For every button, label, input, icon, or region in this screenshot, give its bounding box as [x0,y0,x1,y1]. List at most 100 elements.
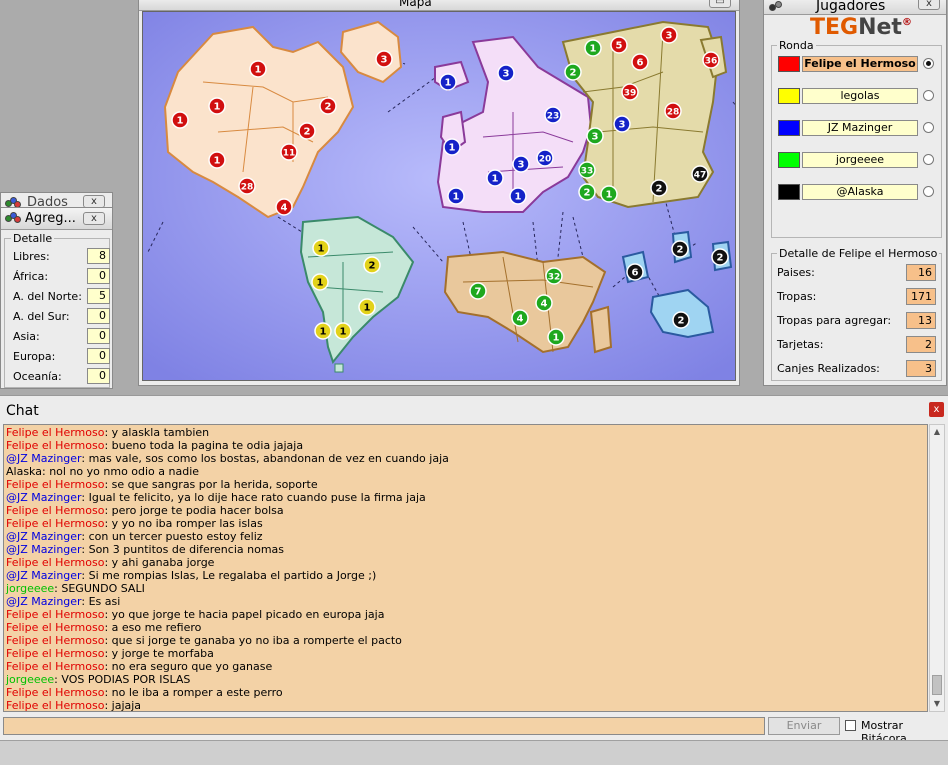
army-marker-red[interactable]: 36 [702,51,720,69]
chat-close-button[interactable]: x [929,402,944,417]
army-count: 1 [214,156,221,167]
army-marker-blue[interactable]: 3 [512,155,530,173]
chat-author: Felipe el Hermoso [6,621,105,634]
army-marker-blue[interactable]: 1 [447,187,465,205]
army-marker-yellow[interactable]: 1 [311,273,329,291]
world-map-svg[interactable]: 11122111284312111 1132313 2011 1323332 17324… [143,12,736,381]
army-count: 11 [283,149,296,159]
agregar-close-button[interactable]: x [83,212,105,225]
chat-text: nol no yo nmo odio a nadie [49,465,200,478]
army-marker-black[interactable]: 6 [626,263,644,281]
army-marker-red[interactable]: 11 [280,143,298,161]
army-marker-black[interactable]: 47 [691,165,709,183]
army-marker-green[interactable]: 4 [535,294,553,312]
show-log-checkbox[interactable] [845,720,856,731]
army-marker-blue[interactable]: 1 [486,169,504,187]
map-maximize-button[interactable]: ▭ [709,0,731,8]
army-marker-red[interactable]: 5 [610,36,628,54]
chat-input[interactable] [3,717,765,735]
player-row-legolas[interactable]: legolas [778,87,938,105]
army-marker-black[interactable]: 2 [671,240,689,258]
player-row-jz-mazinger[interactable]: JZ Mazinger [778,119,938,137]
players-window: Jugadores x TEGNet® Ronda Felipe el Herm… [763,0,947,386]
army-marker-red[interactable]: 3 [660,26,678,44]
player-color-swatch [778,152,800,168]
chat-separator: : [104,504,112,517]
player-radio[interactable] [923,90,934,101]
player-radio[interactable] [923,186,934,197]
army-marker-yellow[interactable]: 1 [358,298,376,316]
army-count: 23 [547,112,560,122]
player-detail-value: 2 [906,336,936,353]
army-marker-red[interactable]: 4 [275,198,293,216]
army-marker-red[interactable]: 28 [238,177,256,195]
logo-teg: TEG [810,15,859,40]
army-count: 1 [606,190,613,201]
player-radio[interactable] [923,154,934,165]
army-marker-red[interactable]: 28 [664,102,682,120]
army-marker-blue[interactable]: 20 [536,149,554,167]
army-marker-yellow[interactable]: 1 [314,322,332,340]
army-marker-red[interactable]: 3 [375,50,393,68]
army-marker-blue[interactable]: 1 [439,73,457,91]
world-map[interactable]: 1 1 1 2 2 11 1 28 4 3 1 2 1 1 1 1 1 3 23 1 3 20 1 1 1 3 2 3 33 2 1 7 32 4… [142,11,736,381]
army-marker-yellow[interactable]: 2 [363,256,381,274]
army-marker-green[interactable]: 2 [564,63,582,81]
player-radio[interactable] [923,58,934,69]
chat-message: Alaska: nol no yo nmo odio a nadie [6,465,925,478]
army-marker-black[interactable]: 2 [650,179,668,197]
army-marker-green[interactable]: 4 [511,309,529,327]
player-row-felipe[interactable]: Felipe el Hermoso [778,55,938,73]
army-marker-red[interactable]: 2 [298,122,316,140]
army-count: 47 [694,171,707,181]
army-marker-black[interactable]: 2 [672,311,690,329]
army-marker-blue[interactable]: 1 [443,138,461,156]
army-marker-black[interactable]: 2 [711,248,729,266]
army-marker-green[interactable]: 7 [469,282,487,300]
chat-message: Felipe el Hermoso: y jorge te morfaba [6,647,925,660]
army-marker-green[interactable]: 1 [584,39,602,57]
player-row-alaska[interactable]: @Alaska [778,183,938,201]
scroll-down-icon[interactable]: ▼ [930,697,944,711]
chat-text: y ahi ganaba jorge [111,556,215,569]
army-marker-red[interactable]: 1 [208,97,226,115]
territory-madagascar[interactable] [589,305,613,354]
player-row-jorgeeee[interactable]: jorgeeee [778,151,938,169]
army-marker-green[interactable]: 3 [586,127,604,145]
chat-text: pero jorge te podia hacer bolsa [111,504,284,517]
army-marker-green[interactable]: 2 [578,183,596,201]
chat-text: que si jorge te ganaba yo no iba a rompe… [111,634,402,647]
scroll-thumb[interactable] [932,675,942,695]
army-marker-red[interactable]: 39 [621,83,639,101]
army-marker-yellow[interactable]: 1 [334,322,352,340]
army-count: 5 [616,41,623,52]
army-marker-blue[interactable]: 23 [544,106,562,124]
army-count: 1 [515,192,522,203]
chat-author: Felipe el Hermoso [6,504,105,517]
player-radio[interactable] [923,122,934,133]
army-marker-green[interactable]: 33 [578,161,596,179]
army-marker-green[interactable]: 1 [547,328,565,346]
send-button[interactable]: Enviar [768,717,840,735]
army-marker-blue[interactable]: 3 [497,64,515,82]
chat-author: @JZ Mazinger [6,452,82,465]
army-marker-green[interactable]: 32 [545,267,563,285]
army-marker-yellow[interactable]: 1 [312,239,330,257]
army-marker-red[interactable]: 6 [631,53,649,71]
army-count: 4 [517,314,524,325]
chat-message: @JZ Mazinger: Si me rompias Islas, Le re… [6,569,925,582]
army-marker-red[interactable]: 1 [208,151,226,169]
army-marker-red[interactable]: 1 [171,111,189,129]
map-titlebar[interactable] [139,0,739,11]
chat-author: Felipe el Hermoso [6,478,105,491]
army-marker-red[interactable]: 1 [249,60,267,78]
army-marker-blue[interactable]: 3 [613,115,631,133]
army-marker-blue[interactable]: 1 [509,187,527,205]
players-close-button[interactable]: x [918,0,940,10]
scroll-up-icon[interactable]: ▲ [930,425,944,439]
chat-scrollbar[interactable]: ▲ ▼ [929,424,945,712]
army-marker-green[interactable]: 1 [600,185,618,203]
army-count: 1 [255,65,262,76]
chat-log[interactable]: Felipe el Hermoso: y alaskla tambien Feli… [3,424,928,712]
army-marker-red[interactable]: 2 [319,97,337,115]
